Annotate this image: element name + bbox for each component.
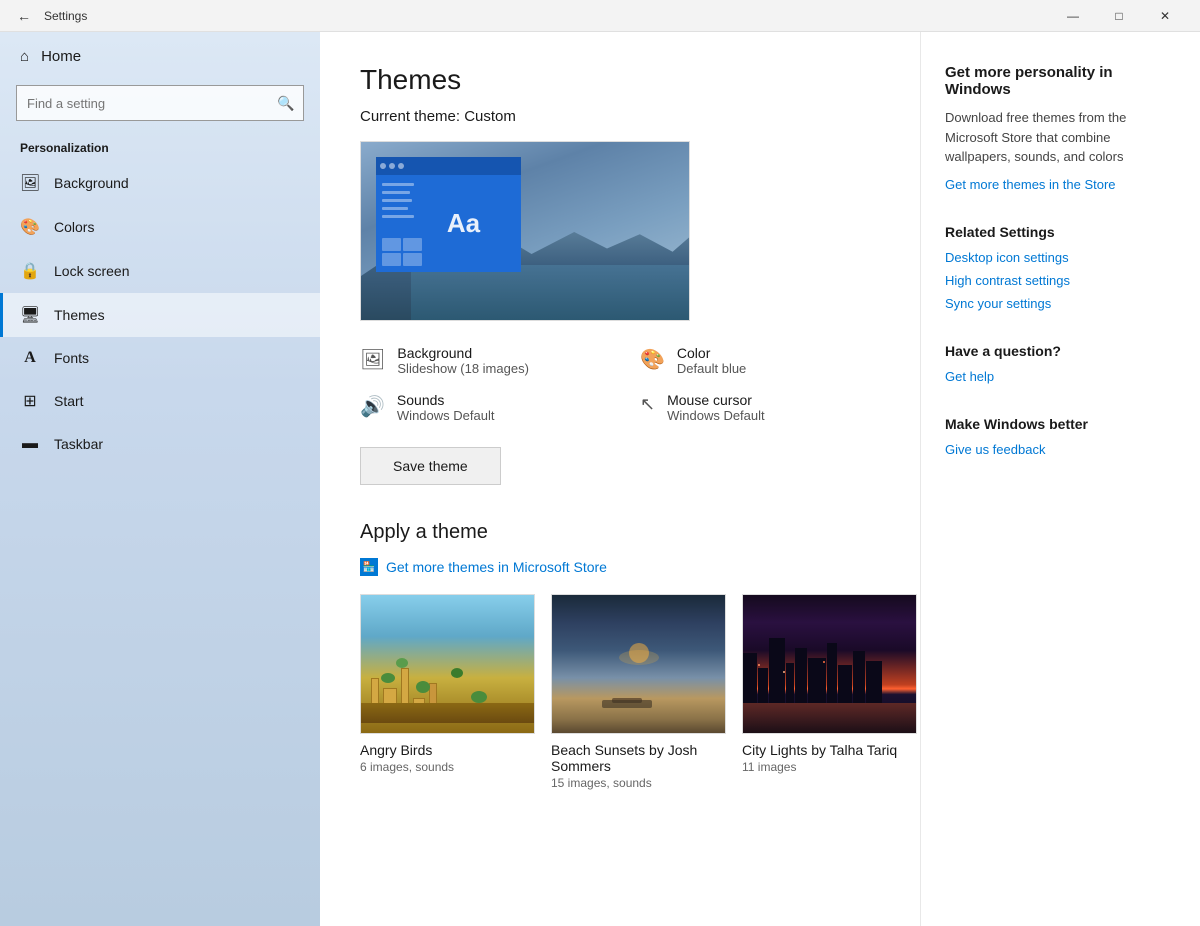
sync-settings-link[interactable]: Sync your settings [945,296,1176,311]
fonts-icon: A [20,349,40,367]
sounds-setting-value: Windows Default [397,408,495,423]
maximize-button[interactable]: □ [1096,0,1142,32]
related-settings-title: Related Settings [945,224,1176,240]
sidebar-item-label: Start [54,393,84,409]
main-layout: ⌂ Home 🔍 Personalization 🖼 Background 🎨 … [0,32,1200,926]
sidebar-item-label: Taskbar [54,436,103,452]
get-more-themes-link[interactable]: 🏪 Get more themes in Microsoft Store [360,558,880,576]
search-button[interactable]: 🔍 [268,85,304,121]
feedback-section: Make Windows better Give us feedback [945,416,1176,457]
related-settings-section: Related Settings Desktop icon settings H… [945,224,1176,311]
sidebar-item-label: Background [54,175,129,191]
sidebar-item-start[interactable]: ⊞ Start [0,379,320,423]
theme-desc-beach-sunsets: 15 images, sounds [551,776,726,790]
preview-tiles [382,238,422,266]
get-more-section: Get more personality in Windows Download… [945,64,1176,192]
color-setting-icon: 🎨 [640,347,665,372]
sounds-setting-icon: 🔊 [360,394,385,419]
background-setting-name: Background [397,345,529,361]
theme-thumb-beach-sunsets [551,594,726,734]
home-label: Home [41,48,81,65]
high-contrast-settings-link[interactable]: High contrast settings [945,273,1176,288]
theme-preview: Aa [360,141,690,321]
sidebar-item-themes[interactable]: 🖥 Themes [0,293,320,337]
sidebar-item-background[interactable]: 🖼 Background [0,161,320,205]
theme-name-angry-birds: Angry Birds [360,742,535,758]
cursor-setting[interactable]: ↖ Mouse cursor Windows Default [640,392,880,423]
start-icon: ⊞ [20,391,40,411]
sidebar-item-label: Themes [54,307,105,323]
get-help-link[interactable]: Get help [945,369,1176,384]
store-icon: 🏪 [360,558,378,576]
close-button[interactable]: ✕ [1142,0,1188,32]
background-icon: 🖼 [20,173,40,193]
titlebar: ← Settings — □ ✕ [0,0,1200,32]
background-setting-value: Slideshow (18 images) [397,361,529,376]
minimize-button[interactable]: — [1050,0,1096,32]
get-more-store-link[interactable]: Get more themes in the Store [945,177,1176,192]
sidebar-item-label: Fonts [54,350,89,366]
theme-settings: 🖼 Background Slideshow (18 images) 🎨 Col… [360,345,880,423]
have-question-section: Have a question? Get help [945,343,1176,384]
theme-grid: Angry Birds 6 images, sounds Beach Sunse… [360,594,880,790]
current-theme-label: Current theme: Custom [360,108,880,125]
search-box: 🔍 [16,85,304,121]
sidebar: ⌂ Home 🔍 Personalization 🖼 Background 🎨 … [0,32,320,926]
colors-icon: 🎨 [20,217,40,237]
get-more-desc: Download free themes from the Microsoft … [945,108,1176,167]
content-area: Themes Current theme: Custom [320,32,920,926]
sidebar-item-label: Colors [54,219,94,235]
preview-water [411,265,689,320]
sounds-setting-name: Sounds [397,392,495,408]
back-button[interactable]: ← [12,4,36,28]
sidebar-item-fonts[interactable]: A Fonts [0,337,320,379]
preview-lines [382,183,414,218]
sidebar-section-label: Personalization [0,133,320,161]
cursor-setting-name: Mouse cursor [667,392,765,408]
sidebar-item-lock-screen[interactable]: 🔒 Lock screen [0,249,320,293]
theme-desc-city-lights: 11 images [742,760,917,774]
theme-card-city-lights[interactable]: City Lights by Talha Tariq 11 images [742,594,917,790]
have-question-title: Have a question? [945,343,1176,359]
theme-card-angry-birds[interactable]: Angry Birds 6 images, sounds [360,594,535,790]
theme-desc-angry-birds: 6 images, sounds [360,760,535,774]
search-input[interactable] [16,85,304,121]
save-theme-button[interactable]: Save theme [360,447,501,485]
window-controls: — □ ✕ [1050,0,1188,32]
desktop-icon-settings-link[interactable]: Desktop icon settings [945,250,1176,265]
cursor-setting-icon: ↖ [640,394,655,415]
theme-name-city-lights: City Lights by Talha Tariq [742,742,917,758]
preview-window: Aa [376,157,521,272]
preview-window-body: Aa [376,175,521,272]
sidebar-item-colors[interactable]: 🎨 Colors [0,205,320,249]
preview-window-bar [376,157,521,175]
theme-name-beach-sunsets: Beach Sunsets by Josh Sommers [551,742,726,774]
taskbar-icon: ▬ [20,435,40,453]
app-title: Settings [44,9,1050,23]
apply-theme-title: Apply a theme [360,521,880,544]
sidebar-item-home[interactable]: ⌂ Home [0,32,320,81]
give-feedback-link[interactable]: Give us feedback [945,442,1176,457]
color-setting-name: Color [677,345,746,361]
right-panel: Get more personality in Windows Download… [920,32,1200,926]
sidebar-item-label: Lock screen [54,263,129,279]
get-more-link-text: Get more themes in Microsoft Store [386,559,607,575]
feedback-title: Make Windows better [945,416,1176,432]
background-setting-icon: 🖼 [360,347,385,372]
get-more-title: Get more personality in Windows [945,64,1176,98]
theme-card-beach-sunsets[interactable]: Beach Sunsets by Josh Sommers 15 images,… [551,594,726,790]
color-setting[interactable]: 🎨 Color Default blue [640,345,880,376]
lock-icon: 🔒 [20,261,40,281]
sounds-setting[interactable]: 🔊 Sounds Windows Default [360,392,600,423]
cursor-setting-value: Windows Default [667,408,765,423]
preview-aa-text: Aa [447,208,480,239]
themes-icon: 🖥 [20,305,40,325]
sidebar-item-taskbar[interactable]: ▬ Taskbar [0,423,320,465]
color-setting-value: Default blue [677,361,746,376]
background-setting[interactable]: 🖼 Background Slideshow (18 images) [360,345,600,376]
theme-thumb-city-lights [742,594,917,734]
theme-thumb-angry-birds [360,594,535,734]
page-title: Themes [360,64,880,96]
home-icon: ⌂ [20,48,29,65]
